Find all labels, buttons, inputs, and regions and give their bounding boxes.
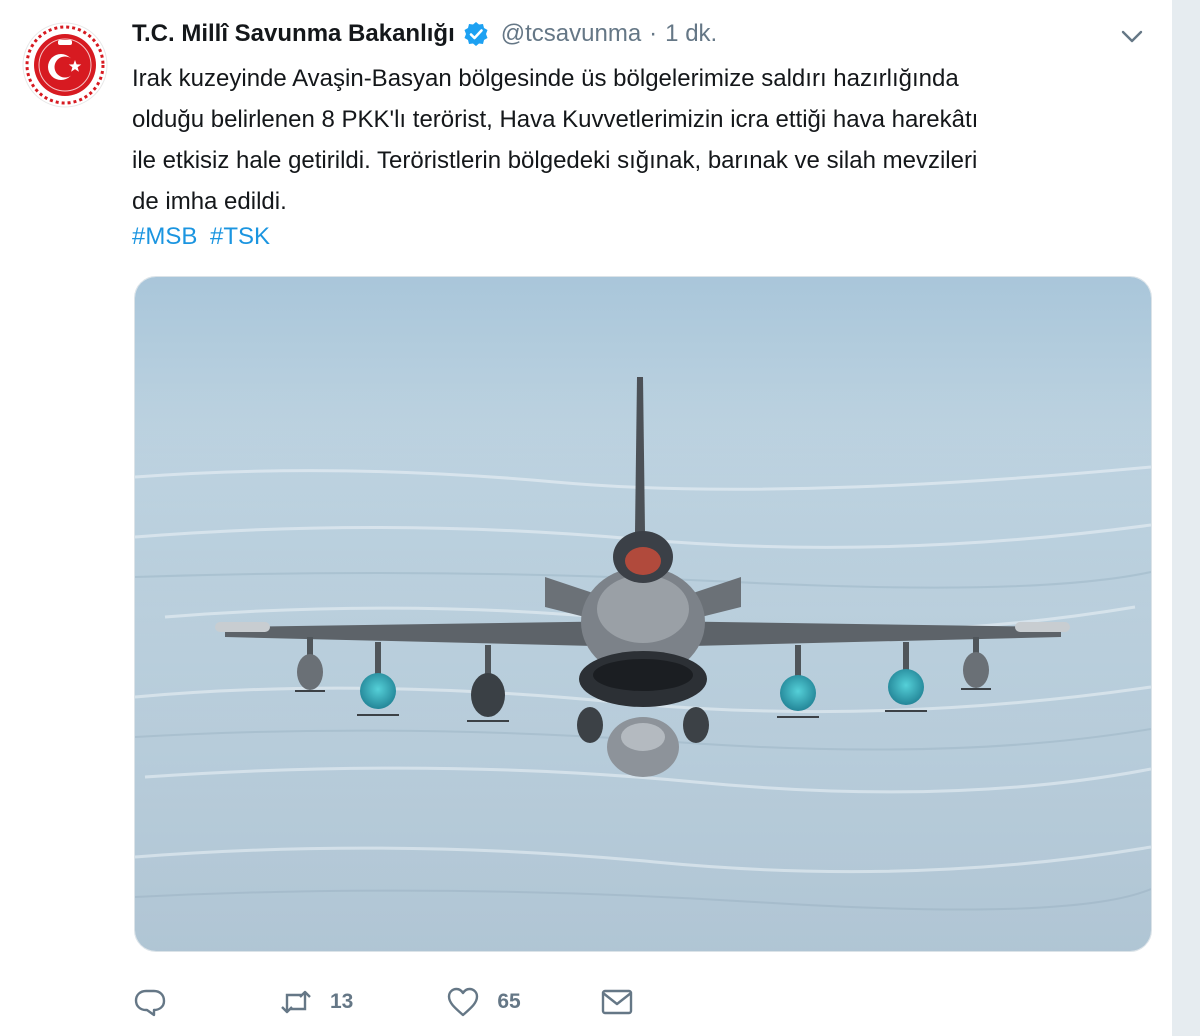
envelope-icon xyxy=(601,989,632,1015)
tweet-timestamp[interactable]: 1 dk. xyxy=(665,20,717,48)
tweet-card[interactable]: T.C. Millî Savunma Bakanlığı @tcsavunma … xyxy=(0,0,1172,1036)
hashtag-msb-link[interactable]: #MSB xyxy=(132,223,197,250)
retweet-icon xyxy=(281,990,311,1014)
tweet-text-line: Irak kuzeyinde Avaşin-Basyan bölgesinde … xyxy=(132,65,959,92)
avatar[interactable] xyxy=(22,22,108,108)
tweet-text: Irak kuzeyinde Avaşin-Basyan bölgesinde … xyxy=(132,58,1132,222)
user-handle[interactable]: @tcsavunma xyxy=(501,20,641,48)
chevron-down-icon[interactable] xyxy=(1118,22,1146,50)
retweet-count: 13 xyxy=(330,990,354,1013)
tweet-text-line: ile etkisiz hale getirildi. Teröristleri… xyxy=(132,147,978,174)
hashtag-tsk-link[interactable]: #TSK xyxy=(210,223,270,250)
reply-button[interactable] xyxy=(132,984,168,1020)
ministry-seal-logo xyxy=(22,22,108,108)
heart-icon xyxy=(448,987,479,1017)
tweet-action-bar: 13 65 xyxy=(132,980,635,1024)
display-name[interactable]: T.C. Millî Savunma Bakanlığı xyxy=(132,20,455,48)
separator-dot: · xyxy=(649,20,658,47)
tweet-header: T.C. Millî Savunma Bakanlığı @tcsavunma … xyxy=(132,16,717,52)
tweet-media-photo[interactable] xyxy=(134,276,1152,952)
like-button[interactable]: 65 xyxy=(445,984,521,1020)
verified-badge-icon xyxy=(463,21,489,47)
retweet-button[interactable]: 13 xyxy=(278,984,353,1020)
fighter-jet-photo xyxy=(135,277,1151,951)
like-count: 65 xyxy=(497,990,521,1013)
reply-icon xyxy=(134,989,166,1017)
tweet-text-line: de imha edildi. xyxy=(132,188,287,215)
direct-message-button[interactable] xyxy=(599,984,635,1020)
tweet-text-line: olduğu belirlenen 8 PKK'lı terörist, Hav… xyxy=(132,106,979,133)
hashtags: #MSB #TSK xyxy=(132,218,276,256)
